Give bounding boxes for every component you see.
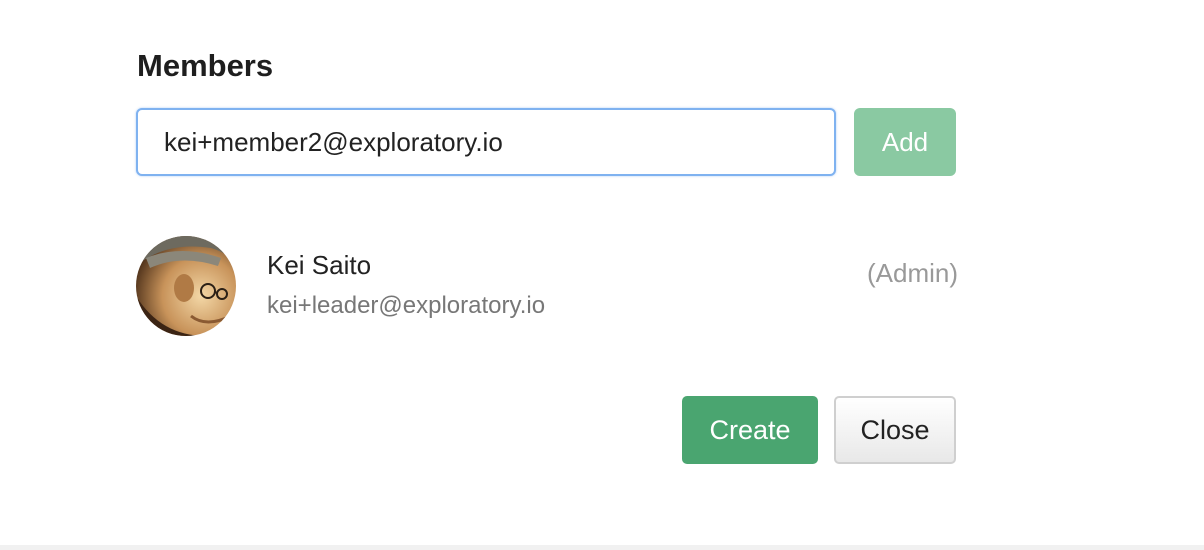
member-email-input[interactable] [136,108,836,176]
member-role-badge: (Admin) [866,258,958,288]
avatar [136,236,236,336]
add-member-button[interactable]: Add [854,108,956,176]
member-email: kei+leader@exploratory.io [267,292,546,319]
bottom-divider [0,545,1204,550]
members-heading: Members [137,48,274,83]
create-button[interactable]: Create [682,396,818,464]
member-list-item: Kei Saito kei+leader@exploratory.io (Adm… [136,236,958,338]
member-name: Kei Saito [267,250,372,280]
avatar-photo [136,236,236,336]
close-button[interactable]: Close [834,396,956,464]
